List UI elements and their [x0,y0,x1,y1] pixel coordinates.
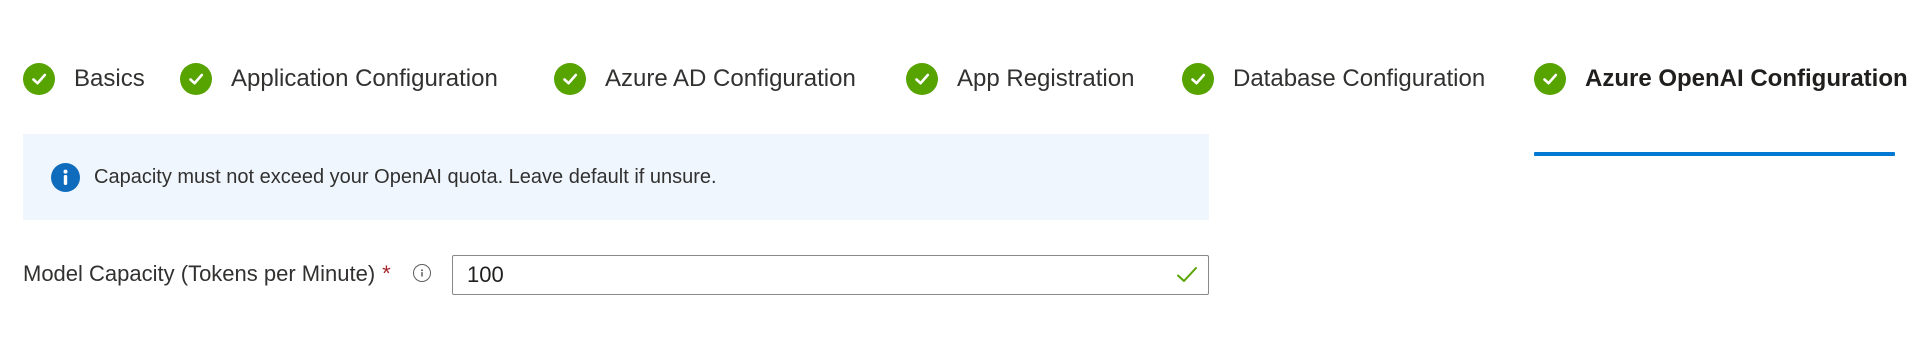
tab-azure-openai-configuration[interactable]: Azure OpenAI Configuration [1534,52,1908,106]
azure-openai-configuration-page: Basics Application Configuration Azure A… [0,0,1920,364]
checkmark-icon [1176,265,1198,285]
tab-label: Application Configuration [231,65,498,92]
tab-azure-ad-configuration[interactable]: Azure AD Configuration [554,52,856,106]
wizard-tabs: Basics Application Configuration Azure A… [0,52,1920,156]
tab-label: App Registration [957,65,1135,92]
model-capacity-label: Model Capacity (Tokens per Minute) * [23,261,391,287]
tab-label: Azure OpenAI Configuration [1585,65,1908,92]
tab-label: Azure AD Configuration [605,65,856,92]
checkmark-circle-icon [554,63,586,95]
tab-app-registration[interactable]: App Registration [906,52,1134,106]
model-capacity-field [452,255,1209,295]
checkmark-circle-icon [180,63,212,95]
checkmark-circle-icon [906,63,938,95]
model-capacity-input[interactable] [453,256,1153,294]
tab-label: Database Configuration [1233,65,1486,92]
required-marker: * [382,261,391,286]
info-banner-text: Capacity must not exceed your OpenAI quo… [94,165,717,188]
checkmark-circle-icon [1534,63,1566,95]
tab-database-configuration[interactable]: Database Configuration [1182,52,1485,106]
info-icon [51,162,80,192]
tab-label: Basics [74,65,145,92]
tab-application-configuration[interactable]: Application Configuration [180,52,498,106]
tab-basics[interactable]: Basics [23,52,145,106]
info-banner: Capacity must not exceed your OpenAI quo… [23,134,1209,220]
active-tab-indicator [1534,152,1895,156]
model-capacity-row: Model Capacity (Tokens per Minute) * [23,255,1213,295]
checkmark-circle-icon [23,63,55,95]
info-outline-icon[interactable] [413,264,431,282]
model-capacity-label-text: Model Capacity (Tokens per Minute) [23,261,376,286]
checkmark-circle-icon [1182,63,1214,95]
